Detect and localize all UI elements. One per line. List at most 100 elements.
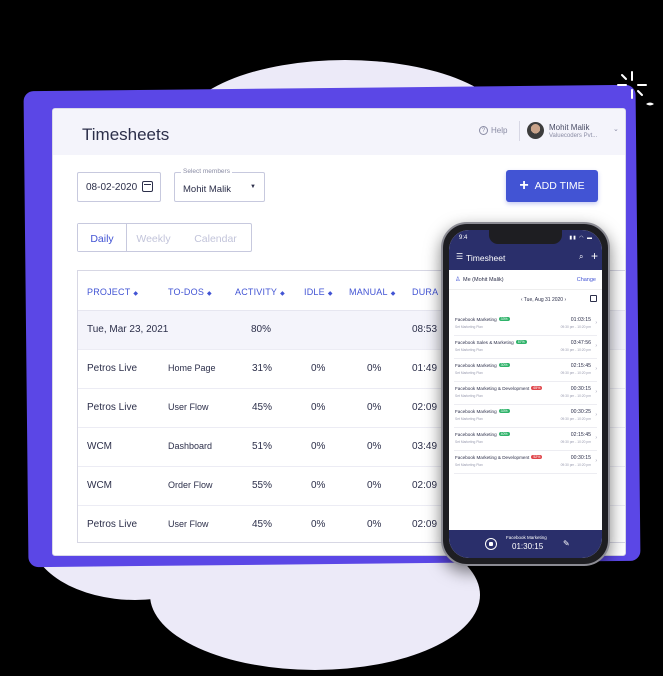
user-name[interactable]: Mohit Malik — [549, 123, 589, 132]
column-header-todos[interactable]: TO-DOS ◆ — [168, 287, 212, 297]
entry-name: Facebook Marketing & Development 65% — [455, 386, 543, 391]
phone-date-nav[interactable]: ‹ Tue, Aug 31 2020 › — [449, 297, 602, 303]
phone-entry-list: Facebook Marketing 33% Set Marketing Plan 0… — [454, 313, 597, 474]
chevron-right-icon: › — [595, 366, 597, 372]
list-item[interactable]: Facebook Marketing 40% Set Marketing Plan 0… — [454, 428, 597, 451]
entry-duration: 02:15:45 — [570, 363, 591, 369]
phone-screen: 9:4 ▮▮ ◠ ▬ ☰ Timesheet ⌕ + ♙ Me (Mohit M… — [449, 230, 602, 558]
entry-name: Facebook Marketing 30% — [455, 363, 510, 368]
chevron-right-icon: › — [595, 320, 597, 326]
activity-cell: 45% — [252, 519, 273, 530]
idle-cell: 0% — [311, 441, 326, 452]
help-icon: ? — [479, 126, 488, 135]
manual-cell: 0% — [367, 480, 382, 491]
activity-badge: 33% — [498, 317, 510, 321]
list-item[interactable]: Facebook Marketing 33% Set Marketing Plan 0… — [454, 313, 597, 336]
idle-cell: 0% — [311, 519, 326, 530]
phone-notch — [489, 230, 562, 244]
phone-timer-bar: Facebook Marketing 01:30:15 ✎ — [449, 530, 602, 558]
entry-duration: 00:30:25 — [570, 409, 591, 415]
members-label: Select members — [181, 168, 232, 175]
project-cell: WCM — [87, 441, 112, 452]
divider — [519, 121, 520, 141]
duration-cell: 01:49 — [412, 363, 438, 374]
entry-task: Set Marketing Plan — [455, 371, 483, 375]
current-project: Facebook Marketing — [506, 535, 547, 540]
todo-cell: User Flow — [168, 402, 209, 412]
change-link[interactable]: Change — [577, 277, 596, 283]
entry-duration: 01:03:15 — [570, 317, 591, 323]
date-picker[interactable]: 08-02-2020 — [77, 172, 161, 202]
list-item[interactable]: Facebook Marketing 30% Set Marketing Plan 0… — [454, 359, 597, 382]
tab-calendar[interactable]: Calendar — [180, 224, 251, 251]
summary-duration: 08:53 — [412, 324, 438, 335]
duration-cell: 02:09 — [412, 480, 438, 491]
help-label: Help — [491, 126, 508, 135]
list-item[interactable]: Facebook Marketing & Development 65% Set M… — [454, 382, 597, 405]
tab-daily[interactable]: Daily — [78, 224, 127, 251]
phone-user-filter: ♙ Me (Mohit Malik) Change — [449, 270, 602, 290]
date-value: 08-02-2020 — [86, 182, 138, 193]
list-item[interactable]: Facebook Sales & Marketing 57% Set Marketi… — [454, 336, 597, 359]
sort-icon: ◆ — [390, 291, 396, 297]
column-header-idle[interactable]: IDLE ◆ — [304, 287, 333, 297]
activity-badge: 30% — [498, 363, 510, 367]
duration-cell: 02:09 — [412, 519, 438, 530]
entry-duration: 03:47:56 — [570, 340, 591, 346]
column-header-project[interactable]: PROJECT ◆ — [87, 287, 138, 297]
column-header-activity[interactable]: ACTIVITY ◆ — [235, 287, 285, 297]
search-icon[interactable]: ⌕ — [579, 252, 583, 262]
entry-name: Facebook Marketing 33% — [455, 317, 510, 322]
manual-cell: 0% — [367, 402, 382, 413]
entry-time-range: 09:30 pm - 10:20 pm — [560, 325, 591, 329]
entry-task: Set Marketing Plan — [455, 417, 483, 421]
user-org: Valuecoders Pvt... — [549, 133, 598, 139]
entry-time-range: 09:30 pm - 10:20 pm — [560, 348, 591, 352]
chevron-right-icon: › — [595, 389, 597, 395]
column-header-duration[interactable]: DURA — [412, 287, 438, 297]
todo-cell: User Flow — [168, 519, 209, 529]
project-cell: Petros Live — [87, 519, 138, 530]
activity-badge: 52% — [531, 455, 543, 459]
activity-badge: 40% — [498, 432, 510, 436]
idle-cell: 0% — [311, 363, 326, 374]
column-header-manual[interactable]: MANUAL ◆ — [349, 287, 396, 297]
project-cell: Petros Live — [87, 363, 138, 374]
calendar-icon[interactable] — [142, 181, 153, 192]
phone-date: Tue, Aug 31 2020 — [523, 297, 564, 303]
signal-battery-icon: ▮▮ ◠ ▬ — [569, 235, 593, 241]
phone-filter-user: Me (Mohit Malik) — [463, 277, 504, 283]
help-link[interactable]: ? Help — [479, 126, 507, 135]
entry-task: Set Marketing Plan — [455, 348, 483, 352]
activity-badge: 65% — [531, 386, 543, 390]
sort-icon: ◆ — [327, 291, 333, 297]
list-item[interactable]: Facebook Marketing 33% Set Marketing Plan 0… — [454, 405, 597, 428]
user-icon: ♙ — [455, 277, 461, 283]
entry-time-range: 09:30 pm - 10:20 pm — [560, 394, 591, 398]
entry-task: Set Marketing Plan — [455, 325, 483, 329]
chevron-down-icon[interactable]: ⌄ — [613, 125, 619, 133]
entry-name: Facebook Sales & Marketing 57% — [455, 340, 527, 345]
project-cell: WCM — [87, 480, 112, 491]
entry-duration: 00:30:15 — [570, 386, 591, 392]
edit-icon[interactable]: ✎ — [563, 539, 570, 548]
top-bar: Timesheets ? Help Mohit Malik Valuecoder… — [53, 109, 625, 155]
stop-icon[interactable] — [485, 538, 497, 550]
avatar[interactable] — [527, 122, 544, 139]
entry-name: Facebook Marketing 33% — [455, 409, 510, 414]
current-timer: 01:30:15 — [512, 542, 544, 551]
add-time-label: ADD TIME — [534, 180, 585, 192]
add-time-button[interactable]: + ADD TIME — [506, 170, 598, 202]
list-item[interactable]: Facebook Marketing & Development 52% Set M… — [454, 451, 597, 474]
calendar-icon[interactable] — [590, 295, 597, 302]
members-select[interactable]: Select members Mohit Malik ▼ — [174, 168, 265, 202]
entry-task: Set Marketing Plan — [455, 440, 483, 444]
menu-icon[interactable]: ☰ — [456, 252, 463, 261]
manual-cell: 0% — [367, 363, 382, 374]
tab-weekly[interactable]: Weekly — [127, 224, 180, 251]
plus-icon[interactable]: + — [591, 249, 598, 263]
activity-cell: 55% — [252, 480, 273, 491]
entry-name: Facebook Marketing & Development 52% — [455, 455, 543, 460]
entry-time-range: 09:30 pm - 10:20 pm — [560, 371, 591, 375]
chevron-right-icon: › — [595, 412, 597, 418]
